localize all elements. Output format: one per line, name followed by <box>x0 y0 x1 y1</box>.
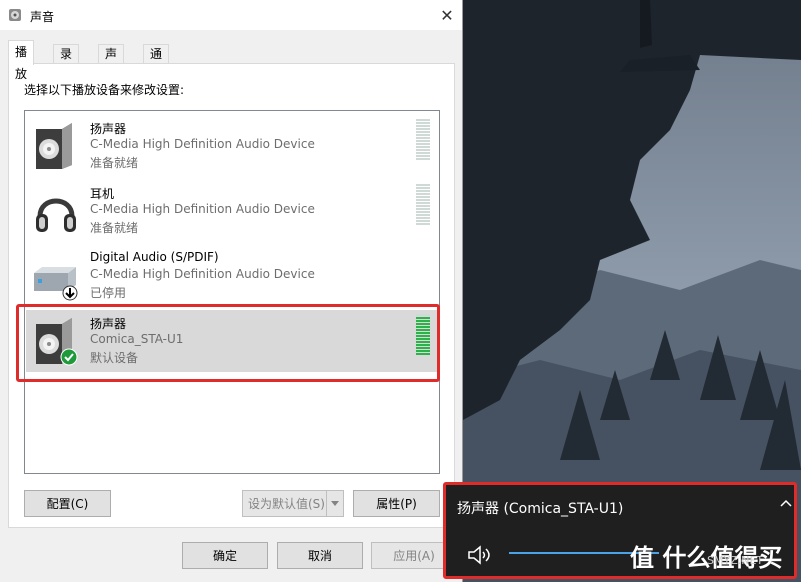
meter-segment <box>416 149 430 151</box>
meter-segment <box>416 350 430 352</box>
device-item-speaker-cmedia[interactable]: 扬声器 C-Media High Definition Audio Device… <box>26 115 438 177</box>
meter-segment <box>416 317 430 319</box>
device-item-speaker-comica[interactable]: 扬声器 Comica_STA-U1 默认设备 <box>26 310 438 372</box>
device-name: 耳机 <box>90 187 115 201</box>
device-item-headphones[interactable]: 耳机 C-Media High Definition Audio Device … <box>26 180 438 242</box>
meter-segment <box>416 193 430 195</box>
meter-segment <box>416 196 430 198</box>
meter-segment <box>416 220 430 222</box>
meter-segment <box>416 128 430 130</box>
meter-segment <box>416 320 430 322</box>
close-button[interactable]: ✕ <box>432 0 462 30</box>
meter-segment <box>416 347 430 349</box>
chevron-down-icon[interactable] <box>326 491 343 516</box>
meter-segment <box>416 152 430 154</box>
tab-sounds[interactable]: 声音 <box>98 44 125 80</box>
meter-segment <box>416 208 430 210</box>
speaker-icon <box>36 123 72 169</box>
device-list[interactable]: 扬声器 C-Media High Definition Audio Device… <box>24 110 440 474</box>
digital-audio-icon <box>34 267 78 301</box>
meter-segment <box>416 341 430 343</box>
meter-segment <box>416 158 430 160</box>
tab-playback[interactable]: 播放 <box>8 40 35 81</box>
ok-button[interactable]: 确定 <box>182 542 268 569</box>
device-driver: C-Media High Definition Audio Device <box>90 202 315 216</box>
watermark-subtext: SMYZ.NET <box>707 554 764 567</box>
meter-segment <box>416 344 430 346</box>
meter-segment <box>416 353 430 355</box>
meter-segment <box>416 119 430 121</box>
properties-button[interactable]: 属性(P) <box>353 490 440 517</box>
meter-segment <box>416 205 430 207</box>
volume-flyout: 扬声器 (Comica_STA-U1) 值 什么值得买 SMYZ.NET <box>445 484 796 578</box>
meter-segment <box>416 125 430 127</box>
meter-segment <box>416 326 430 328</box>
tab-communications[interactable]: 通信 <box>143 44 170 80</box>
device-name: 扬声器 <box>90 317 127 331</box>
level-meter <box>416 119 430 163</box>
level-meter <box>416 314 430 358</box>
meter-segment <box>416 140 430 142</box>
volume-icon[interactable] <box>467 544 493 566</box>
meter-segment <box>416 187 430 189</box>
headphones-icon <box>36 198 76 232</box>
chevron-up-icon[interactable] <box>779 496 793 510</box>
meter-segment <box>416 202 430 204</box>
playback-device-selector[interactable]: 扬声器 (Comica_STA-U1) <box>457 498 623 518</box>
meter-segment <box>416 214 430 216</box>
device-status: 已停用 <box>90 286 127 300</box>
instruction-text: 选择以下播放设备来修改设置: <box>24 83 185 97</box>
meter-segment <box>416 338 430 340</box>
meter-segment <box>416 211 430 213</box>
device-status: 准备就绪 <box>90 221 139 235</box>
device-status: 准备就绪 <box>90 156 139 170</box>
speaker-icon <box>36 318 78 366</box>
device-driver: C-Media High Definition Audio Device <box>90 137 315 151</box>
default-device-check-icon <box>60 348 78 366</box>
level-meter <box>416 184 430 228</box>
meter-segment <box>416 329 430 331</box>
meter-segment <box>416 131 430 133</box>
device-driver: C-Media High Definition Audio Device <box>90 267 315 281</box>
tab-recording[interactable]: 录制 <box>53 44 80 80</box>
meter-segment <box>416 122 430 124</box>
close-icon: ✕ <box>440 5 454 25</box>
device-status: 默认设备 <box>90 351 139 365</box>
speaker-icon <box>9 9 21 21</box>
set-default-label: 设为默认值(S) <box>248 497 325 511</box>
window-title: 声音 <box>30 10 55 24</box>
set-default-button[interactable]: 设为默认值(S) <box>242 490 344 517</box>
title-bar: 声音 ✕ <box>0 0 462 30</box>
sound-dialog: 声音 ✕ 播放 录制 声音 通信 选择以下播放设备来修改设置: 扬声器 C-Me… <box>0 0 463 582</box>
meter-segment <box>416 184 430 186</box>
meter-segment <box>416 332 430 334</box>
device-name: 扬声器 <box>90 122 127 136</box>
cancel-button[interactable]: 取消 <box>277 542 363 569</box>
meter-segment <box>416 146 430 148</box>
device-name: Digital Audio (S/PDIF) <box>90 250 219 264</box>
meter-segment <box>416 134 430 136</box>
meter-segment <box>416 155 430 157</box>
meter-segment <box>416 314 430 316</box>
meter-segment <box>416 217 430 219</box>
device-item-digital-audio[interactable]: Digital Audio (S/PDIF) C-Media High Defi… <box>26 245 438 307</box>
meter-segment <box>416 137 430 139</box>
configure-button[interactable]: 配置(C) <box>24 490 111 517</box>
device-driver: Comica_STA-U1 <box>90 332 184 346</box>
meter-segment <box>416 323 430 325</box>
meter-segment <box>416 335 430 337</box>
meter-segment <box>416 190 430 192</box>
meter-segment <box>416 223 430 225</box>
meter-segment <box>416 199 430 201</box>
meter-segment <box>416 143 430 145</box>
